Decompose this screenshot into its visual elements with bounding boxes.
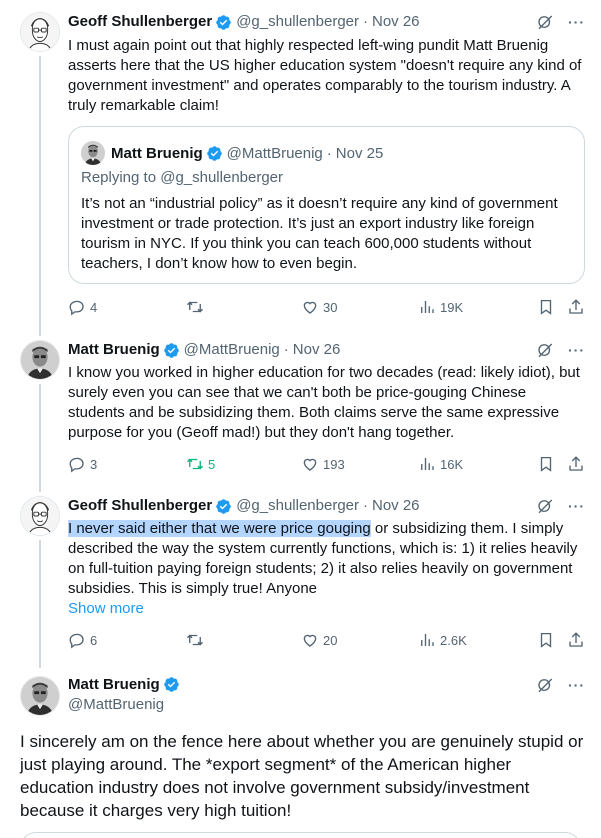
tweet-text: I never said either that we were price g…: [68, 519, 585, 599]
retweet-icon: [186, 631, 204, 649]
more-icon[interactable]: ···: [568, 340, 585, 360]
tweet-text: I sincerely am on the fence here about w…: [20, 732, 584, 820]
views-icon: [418, 298, 436, 316]
bookmark-icon: [537, 298, 555, 316]
share-icon: [567, 455, 585, 473]
action-bar: 4 30 19K: [68, 297, 585, 317]
separator: ·: [283, 341, 289, 358]
more-icon[interactable]: ···: [568, 12, 585, 32]
author-name[interactable]: Geoff Shullenberger: [68, 496, 212, 516]
timestamp[interactable]: Nov 26: [372, 496, 420, 516]
like-button[interactable]: 193: [301, 454, 345, 474]
selected-text: I never said either that we were price g…: [68, 520, 371, 537]
quote-timestamp: Nov 25: [335, 144, 384, 162]
separator: ·: [363, 13, 368, 30]
replying-to: Replying to @g_shullenberger: [81, 169, 284, 186]
grok-icon[interactable]: [536, 341, 554, 359]
verified-badge-icon: [215, 14, 232, 31]
like-icon: [301, 298, 319, 316]
reply-button[interactable]: 3: [68, 454, 97, 474]
retweet-count: 5: [208, 456, 216, 472]
views-button[interactable]: 16K: [418, 454, 463, 474]
author-handle[interactable]: @g_shullenberger: [236, 12, 359, 32]
avatar[interactable]: [20, 496, 60, 536]
bookmark-button[interactable]: [537, 454, 555, 474]
reply-icon: [68, 298, 86, 316]
avatar[interactable]: [20, 12, 60, 52]
quote-author-handle: @MattBruenig: [226, 144, 323, 162]
reply-button[interactable]: 4: [68, 297, 97, 317]
share-button[interactable]: [567, 297, 585, 317]
share-icon: [567, 298, 585, 316]
grok-icon[interactable]: [536, 13, 554, 31]
more-icon[interactable]: ···: [568, 677, 585, 693]
verified-badge-icon: [163, 342, 180, 359]
separator: ·: [326, 144, 332, 162]
bookmark-button[interactable]: [537, 630, 555, 650]
retweet-button[interactable]: [186, 297, 204, 317]
like-button[interactable]: 20: [301, 630, 337, 650]
show-more-link[interactable]: Show more: [68, 599, 585, 619]
views-button[interactable]: 19K: [418, 297, 463, 317]
view-count: 2.6K: [440, 632, 467, 648]
author-name[interactable]: Matt Bruenig: [68, 340, 160, 360]
share-icon: [567, 631, 585, 649]
verified-badge-icon: [206, 145, 223, 162]
like-count: 20: [323, 632, 338, 648]
views-button[interactable]: 2.6K: [418, 630, 467, 650]
views-icon: [418, 455, 436, 473]
author-handle[interactable]: @g_shullenberger: [236, 496, 359, 516]
avatar[interactable]: [20, 340, 60, 380]
view-count: 19K: [440, 299, 464, 315]
like-icon: [301, 631, 319, 649]
tweet-text: I must again point out that highly respe…: [68, 37, 586, 114]
like-icon: [301, 455, 319, 473]
verified-badge-icon: [215, 498, 232, 515]
tweet[interactable]: Geoff Shullenberger @g_shullenberger · N…: [0, 0, 601, 330]
tweet-text: I know you worked in higher education fo…: [68, 364, 585, 441]
more-icon[interactable]: ···: [568, 496, 585, 516]
reply-button[interactable]: 6: [68, 630, 97, 650]
like-count: 30: [323, 299, 338, 315]
views-icon: [418, 631, 436, 649]
verified-badge-icon: [163, 676, 180, 693]
like-count: 193: [323, 456, 345, 472]
retweet-button[interactable]: [186, 630, 204, 650]
view-count: 16K: [440, 456, 464, 472]
grok-icon[interactable]: [536, 497, 554, 515]
author-name[interactable]: Matt Bruenig: [68, 676, 160, 693]
author-handle[interactable]: @MattBruenig: [184, 340, 280, 360]
quote-author-name: Matt Bruenig: [111, 144, 203, 162]
avatar: [81, 141, 105, 165]
bookmark-button[interactable]: [537, 297, 555, 317]
quote-text: It’s not an “industrial policy” as it do…: [81, 195, 558, 272]
author-handle[interactable]: @MattBruenig: [68, 696, 164, 713]
reply-icon: [68, 631, 86, 649]
reply-count: 6: [90, 632, 98, 648]
action-bar: 6 20 2.6K: [68, 630, 585, 650]
share-button[interactable]: [567, 630, 585, 650]
avatar[interactable]: [20, 676, 60, 716]
tweet[interactable]: Geoff Shullenberger @g_shullenberger · N…: [0, 490, 601, 660]
reply-count: 4: [90, 299, 98, 315]
media-card-edge[interactable]: [20, 832, 581, 838]
like-button[interactable]: 30: [301, 297, 337, 317]
timestamp[interactable]: Nov 26: [293, 340, 341, 360]
action-bar: 3 5 193 16K: [68, 454, 585, 474]
retweet-icon: [186, 298, 204, 316]
share-button[interactable]: [567, 454, 585, 474]
bookmark-icon: [537, 455, 555, 473]
separator: ·: [363, 497, 368, 514]
bookmark-icon: [537, 631, 555, 649]
timestamp[interactable]: Nov 26: [372, 12, 420, 32]
retweet-button[interactable]: 5: [186, 454, 215, 474]
grok-icon[interactable]: [536, 676, 554, 694]
tweet[interactable]: Matt Bruenig @MattBruenig · Nov 26 ··· I…: [0, 330, 601, 490]
author-name[interactable]: Geoff Shullenberger: [68, 12, 212, 32]
retweet-icon: [186, 455, 204, 473]
reply-icon: [68, 455, 86, 473]
reply-count: 3: [90, 456, 98, 472]
quoted-tweet[interactable]: Matt Bruenig @MattBruenig · Nov 25 Reply…: [68, 126, 585, 284]
